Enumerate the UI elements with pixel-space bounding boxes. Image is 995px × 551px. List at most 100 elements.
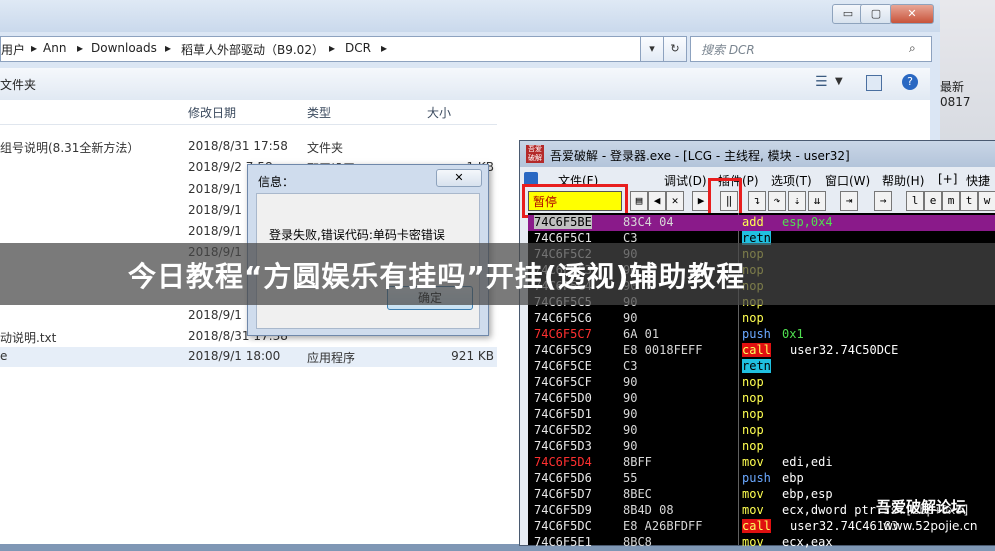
partial-filename: 最新0817 xyxy=(940,80,971,109)
dialog-title: 信息： xyxy=(258,175,295,189)
breadcrumb-item[interactable]: 稻草人外部驱动（B9.02） xyxy=(181,41,324,58)
dialog-message: 登录失败,错误代码:单码卡密错误 xyxy=(269,228,445,242)
step-over-icon[interactable]: ↷ xyxy=(768,191,786,211)
address-bar[interactable]: 用户 ▸ Ann ▸ Downloads ▸ 稻草人外部驱动（B9.02） ▸ … xyxy=(0,36,662,62)
disasm-hex: 8BFF xyxy=(623,455,652,469)
executables-button[interactable]: e xyxy=(924,191,942,211)
open-icon[interactable]: ▤ xyxy=(630,191,648,211)
disasm-hex: 90 xyxy=(623,311,638,325)
breadcrumb-item[interactable]: DCR xyxy=(345,41,371,55)
refresh-icon[interactable]: ↻ xyxy=(663,36,687,62)
disasm-mnemonic: nop xyxy=(742,311,764,325)
disasm-mnemonic: push xyxy=(742,327,771,341)
disasm-operands: user32.74C50DCE xyxy=(790,343,899,357)
file-row[interactable]: e 2018/9/1 18:00 应用程序 921 KB xyxy=(0,347,497,367)
disasm-address: 74C6F5D2 xyxy=(534,423,592,437)
menu-window[interactable]: 窗口(W) xyxy=(825,172,870,189)
chevron-right-icon: ▸ xyxy=(329,41,336,55)
disasm-mnemonic: nop xyxy=(742,423,764,437)
file-type: 应用程序 xyxy=(307,351,356,365)
log-button[interactable]: l xyxy=(906,191,924,211)
watermark-title: 吾爱破解论坛 xyxy=(876,498,967,516)
column-header-type[interactable]: 类型 xyxy=(307,104,331,121)
column-header-date[interactable]: 修改日期 xyxy=(188,104,236,121)
disasm-mnemonic: mov xyxy=(742,487,764,501)
app-logo-icon: 吾爱破解 xyxy=(526,145,544,163)
chevron-right-icon: ▸ xyxy=(381,41,388,55)
chevron-right-icon: ▸ xyxy=(77,41,84,55)
step-into-icon[interactable]: ↴ xyxy=(748,191,766,211)
goto-icon[interactable]: → xyxy=(874,191,892,211)
disasm-operands: esp,0x4 xyxy=(782,215,833,229)
column-header-size[interactable]: 大小 xyxy=(427,104,451,121)
disasm-line[interactable]: 74C6F5D3 90 nop xyxy=(528,439,995,455)
menu-debug[interactable]: 调试(D) xyxy=(664,172,707,189)
explorer-titlebar: ▭ ▢ ✕ xyxy=(0,0,940,32)
disasm-line[interactable]: 74C6F5CF 90 nop xyxy=(528,375,995,391)
threads-button[interactable]: t xyxy=(960,191,978,211)
debugger-toolbar: 暂停 ▤ ◀ ✕ ▶ ‖ ↴ ↷ ⇣ ⇊ ⇥ → l e m t w xyxy=(520,178,995,220)
maximize-button[interactable]: ▢ xyxy=(860,4,892,24)
trace-over-icon[interactable]: ⇊ xyxy=(808,191,826,211)
disasm-address: 74C6F5D0 xyxy=(534,391,592,405)
chevron-right-icon: ▸ xyxy=(31,41,38,55)
disasm-address: 74C6F5D4 xyxy=(534,455,592,469)
disasm-hex: 90 xyxy=(623,391,638,405)
windows-button[interactable]: w xyxy=(978,191,995,211)
disasm-address: 74C6F5C9 xyxy=(534,343,592,357)
trace-into-icon[interactable]: ⇣ xyxy=(788,191,806,211)
close-button[interactable]: ✕ xyxy=(890,4,934,24)
debugger-title: 吾爱破解 - 登录器.exe - [LCG - 主线程, 模块 - user32… xyxy=(550,149,850,163)
search-input[interactable]: 搜索 DCR ⌕ xyxy=(690,36,932,62)
restart-icon[interactable]: ◀ xyxy=(648,191,666,211)
disasm-line[interactable]: 74C6F5D0 90 nop xyxy=(528,391,995,407)
disasm-line[interactable]: 74C6F5C7 6A 01 push 0x1 xyxy=(528,327,995,343)
disasm-line[interactable]: 74C6F5C6 90 nop xyxy=(528,311,995,327)
execute-till-return-icon[interactable]: ⇥ xyxy=(840,191,858,211)
preview-pane-icon[interactable] xyxy=(866,75,882,91)
disasm-line[interactable]: 74C6F5D4 8BFF mov edi,edi xyxy=(528,455,995,471)
header-divider xyxy=(0,124,497,125)
file-type: 文件夹 xyxy=(307,141,344,155)
search-icon: ⌕ xyxy=(909,41,916,55)
memory-button[interactable]: m xyxy=(942,191,960,211)
file-row[interactable]: 组号说明(8.31全新方法） 2018/8/31 17:58 文件夹 xyxy=(0,137,497,157)
file-date: 2018/9/1 18:00 xyxy=(188,349,281,363)
breadcrumb-item[interactable]: Downloads xyxy=(91,41,157,55)
disasm-line[interactable]: 74C6F5D1 90 nop xyxy=(528,407,995,423)
disasm-operands: ebp xyxy=(782,471,804,485)
disasm-line[interactable]: 74C6F5BE 83C4 04 add esp,0x4 xyxy=(528,215,995,231)
file-name: e xyxy=(0,349,8,363)
disasm-address: 74C6F5E1 xyxy=(534,535,592,549)
title-banner: 今日教程“方圆娱乐有挂吗”开挂(透视)辅助教程 xyxy=(0,243,995,305)
disasm-mnemonic: mov xyxy=(742,455,764,469)
breadcrumb-item[interactable]: Ann xyxy=(43,41,66,55)
disasm-line[interactable]: 74C6F5D6 55 push ebp xyxy=(528,471,995,487)
view-options-icon[interactable]: ☰ xyxy=(815,74,828,90)
file-date: 2018/9/1 xyxy=(188,182,242,196)
dropdown-arrow-icon[interactable]: ▾ xyxy=(640,36,664,62)
menu-options[interactable]: 选项(T) xyxy=(771,172,812,189)
disasm-line[interactable]: 74C6F5E1 8BC8 mov ecx,eax xyxy=(528,535,995,551)
stop-icon[interactable]: ✕ xyxy=(666,191,684,211)
disasm-address: 74C6F5D6 xyxy=(534,471,592,485)
watermark-url: www.52pojie.cn xyxy=(883,519,978,533)
help-icon[interactable]: ? xyxy=(902,74,918,90)
disasm-line[interactable]: 74C6F5D2 90 nop xyxy=(528,423,995,439)
disasm-address: 74C6F5D1 xyxy=(534,407,592,421)
breadcrumb-item[interactable]: 用户 xyxy=(1,41,25,58)
disasm-address: 74C6F5D3 xyxy=(534,439,592,453)
disasm-mnemonic: mov xyxy=(742,503,764,517)
file-size: 921 KB xyxy=(451,349,494,363)
file-date: 2018/8/31 17:58 xyxy=(188,139,288,153)
disasm-line[interactable]: 74C6F5C9 E8 0018FEFF call user32.74C50DCE xyxy=(528,343,995,359)
disasm-mnemonic: nop xyxy=(742,375,764,389)
disasm-operands: ebp,esp xyxy=(782,487,833,501)
disasm-line[interactable]: 74C6F5CE C3 retn xyxy=(528,359,995,375)
menu-help[interactable]: 帮助(H) xyxy=(882,172,924,189)
menu-plus[interactable]: [+] xyxy=(938,172,957,186)
dialog-close-button[interactable]: ✕ xyxy=(436,169,482,187)
view-dropdown-icon[interactable]: ▼ xyxy=(835,76,843,87)
disasm-address: 74C6F5CF xyxy=(534,375,592,389)
disasm-address: 74C6F5C7 xyxy=(534,327,592,341)
